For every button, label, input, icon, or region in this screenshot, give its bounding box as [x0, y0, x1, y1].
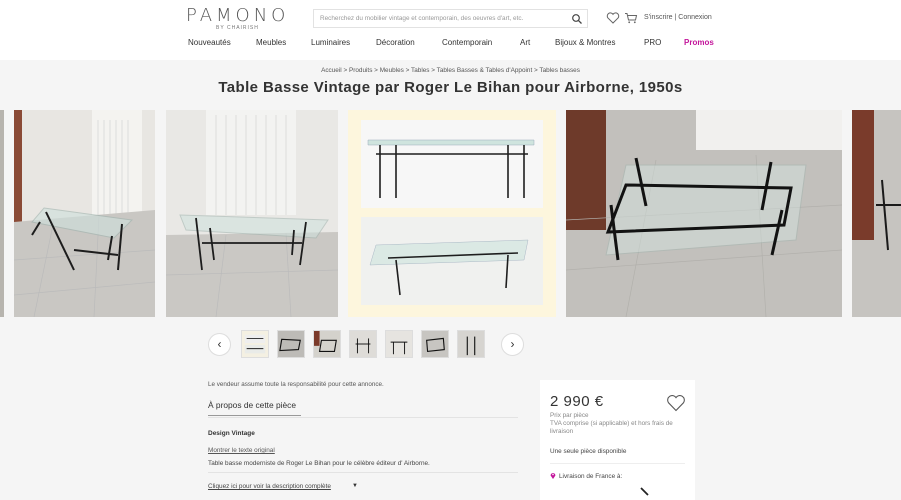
- thumbnail[interactable]: [385, 330, 413, 358]
- tab-underline: [208, 415, 301, 416]
- price-unit-note: Prix par pièce: [550, 412, 589, 419]
- gallery-photo[interactable]: [166, 110, 338, 317]
- nav-item-decoration[interactable]: Décoration: [376, 38, 415, 47]
- thumbnail[interactable]: [277, 330, 305, 358]
- nav-item-contemporain[interactable]: Contemporain: [442, 38, 492, 47]
- search-input[interactable]: Recherchez du mobilier vintage et contem…: [313, 9, 588, 28]
- divider: [208, 417, 518, 418]
- design-label: Design Vintage: [208, 430, 255, 437]
- breadcrumb[interactable]: Accueil > Produits > Meubles > Tables > …: [0, 67, 901, 74]
- gallery-photo[interactable]: [566, 110, 842, 317]
- pencil-cursor-icon: [640, 487, 649, 496]
- site-header: PAMONO BY CHAIRISH Recherchez du mobilie…: [0, 0, 901, 60]
- cart-icon[interactable]: [624, 12, 638, 24]
- thumbnail[interactable]: [421, 330, 449, 358]
- nav-item-nouveautes[interactable]: Nouveautés: [188, 38, 231, 47]
- nav-item-meubles[interactable]: Meubles: [256, 38, 286, 47]
- chevron-down-icon[interactable]: ▼: [352, 483, 358, 489]
- heart-icon[interactable]: [606, 12, 620, 24]
- thumbnail[interactable]: [457, 330, 485, 358]
- description-text: Table basse moderniste de Roger Le Bihan…: [208, 460, 430, 467]
- nav-item-promos[interactable]: Promos: [684, 38, 714, 47]
- vat-note: TVA comprise (si applicable) et hors fra…: [550, 420, 673, 435]
- shipping-destination[interactable]: Livraison de France à:: [550, 472, 622, 480]
- search-icon[interactable]: [571, 13, 583, 25]
- divider: [208, 472, 518, 473]
- logo-wordmark: PAMONO: [186, 5, 290, 26]
- page-title: Table Basse Vintage par Roger Le Bihan p…: [218, 79, 683, 96]
- gallery-photo[interactable]: [0, 110, 4, 317]
- full-description-link[interactable]: Cliquez ici pour voir la description com…: [208, 483, 331, 490]
- tab-about[interactable]: À propos de cette pièce: [208, 400, 296, 410]
- location-pin-icon: [550, 473, 556, 479]
- divider: [550, 463, 685, 464]
- nav-item-art[interactable]: Art: [520, 38, 530, 47]
- nav-item-bijoux-montres[interactable]: Bijoux & Montres: [555, 38, 615, 47]
- purchase-panel: 2 990 € Prix par pièce TVA comprise (si …: [540, 380, 695, 500]
- gallery-photo[interactable]: [852, 110, 901, 317]
- stock-status: Une seule pièce disponible: [550, 448, 627, 455]
- auth-links[interactable]: S'inscrire | Connexion: [644, 14, 712, 21]
- thumbnail[interactable]: [349, 330, 377, 358]
- show-original-text-link[interactable]: Montrer le texte original: [208, 447, 275, 454]
- heart-icon[interactable]: [666, 394, 686, 412]
- nav-item-luminaires[interactable]: Luminaires: [311, 38, 350, 47]
- chevron-right-icon[interactable]: ›: [501, 333, 524, 356]
- shipping-label: Livraison de France à:: [559, 473, 623, 480]
- product-gallery[interactable]: [0, 110, 901, 317]
- nav-item-pro[interactable]: PRO: [644, 38, 661, 47]
- pamono-logo[interactable]: PAMONO BY CHAIRISH: [186, 7, 296, 33]
- gallery-photo[interactable]: [348, 110, 556, 317]
- gallery-photo[interactable]: [14, 110, 155, 317]
- thumbnail[interactable]: [313, 330, 341, 358]
- main-nav: Nouveautés Meubles Luminaires Décoration…: [0, 38, 901, 52]
- thumbnail-strip: [207, 330, 527, 360]
- thumbnail[interactable]: [241, 330, 269, 358]
- seller-disclaimer: Le vendeur assume toute la responsabilit…: [208, 381, 384, 388]
- search-placeholder: Recherchez du mobilier vintage et contem…: [320, 15, 524, 22]
- price: 2 990 €: [550, 393, 604, 410]
